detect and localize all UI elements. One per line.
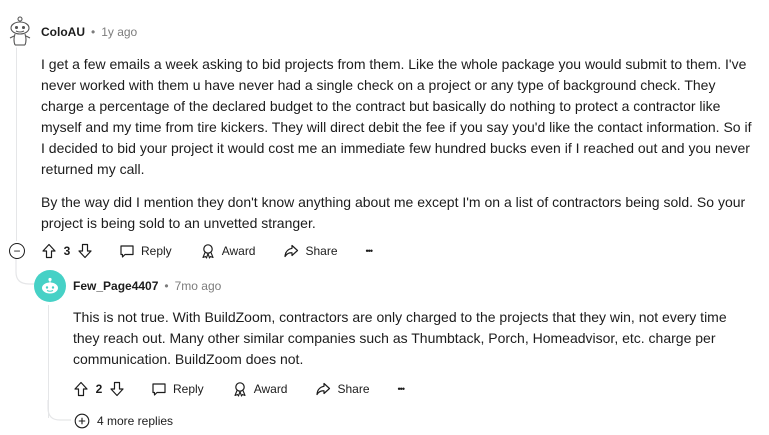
- downvote-icon[interactable]: [77, 243, 93, 259]
- reply-button[interactable]: Reply: [119, 243, 172, 259]
- meta-separator: •: [164, 279, 169, 293]
- comment-meta: ColoAU • 1y ago: [41, 25, 137, 39]
- more-options-button[interactable]: •••: [365, 246, 374, 256]
- comment-actions: 3 Reply Award Share •••: [41, 241, 374, 261]
- vote-score: 3: [63, 244, 71, 258]
- award-button[interactable]: Award: [232, 381, 288, 397]
- reply-actions: 2 Reply Award Share •••: [73, 379, 406, 399]
- share-button[interactable]: Share: [283, 243, 338, 259]
- collapse-icon: −: [13, 244, 21, 258]
- award-button[interactable]: Award: [200, 243, 256, 259]
- upvote-icon[interactable]: [73, 381, 89, 397]
- reply-author[interactable]: Few_Page4407: [73, 279, 158, 293]
- comment-author[interactable]: ColoAU: [41, 25, 85, 39]
- reply-label: Reply: [173, 382, 204, 396]
- thread-connector-more: [47, 400, 71, 421]
- award-label: Award: [253, 382, 288, 396]
- reply-label: Reply: [141, 244, 172, 258]
- thread-line-main: [16, 46, 17, 241]
- share-button[interactable]: Share: [315, 381, 370, 397]
- snoo-avatar-icon: [42, 277, 58, 294]
- reply-button[interactable]: Reply: [151, 381, 204, 397]
- award-icon: [202, 244, 214, 259]
- comment-time[interactable]: 1y ago: [101, 25, 137, 39]
- avatar[interactable]: [4, 16, 36, 48]
- comment-bubble-icon: [152, 383, 166, 396]
- share-label: Share: [337, 382, 370, 396]
- share-arrow-icon: [284, 244, 299, 258]
- reply-paragraph: This is not true. With BuildZoom, contra…: [73, 309, 727, 367]
- thread-connector: [15, 258, 35, 285]
- reply-avatar[interactable]: [34, 270, 66, 302]
- snoo-outline-icon: [9, 16, 31, 46]
- vote-score: 2: [95, 382, 103, 396]
- share-arrow-icon: [316, 382, 331, 396]
- more-replies-label: 4 more replies: [97, 414, 174, 428]
- more-replies-button[interactable]: 4 more replies: [74, 413, 173, 429]
- award-label: Award: [221, 244, 256, 258]
- meta-separator: •: [91, 25, 96, 39]
- more-options-icon: •••: [365, 246, 374, 256]
- reply-meta: Few_Page4407 • 7mo ago: [73, 279, 221, 293]
- plus-circle-icon: [74, 413, 90, 429]
- comment-paragraph: By the way did I mention they don't know…: [41, 194, 746, 231]
- more-options-button[interactable]: •••: [397, 384, 406, 394]
- award-icon: [234, 382, 246, 397]
- reply-body: This is not true. With BuildZoom, contra…: [73, 307, 743, 370]
- more-options-icon: •••: [397, 384, 406, 394]
- comment-body: I get a few emails a week asking to bid …: [41, 54, 757, 234]
- vote-group: 2: [73, 381, 125, 397]
- downvote-icon[interactable]: [109, 381, 125, 397]
- share-label: Share: [305, 244, 338, 258]
- comment-bubble-icon: [120, 245, 134, 258]
- upvote-icon[interactable]: [41, 243, 57, 259]
- comment-paragraph: I get a few emails a week asking to bid …: [41, 56, 752, 177]
- vote-group: 3: [41, 243, 93, 259]
- reply-time[interactable]: 7mo ago: [175, 279, 222, 293]
- collapse-button[interactable]: −: [9, 243, 25, 259]
